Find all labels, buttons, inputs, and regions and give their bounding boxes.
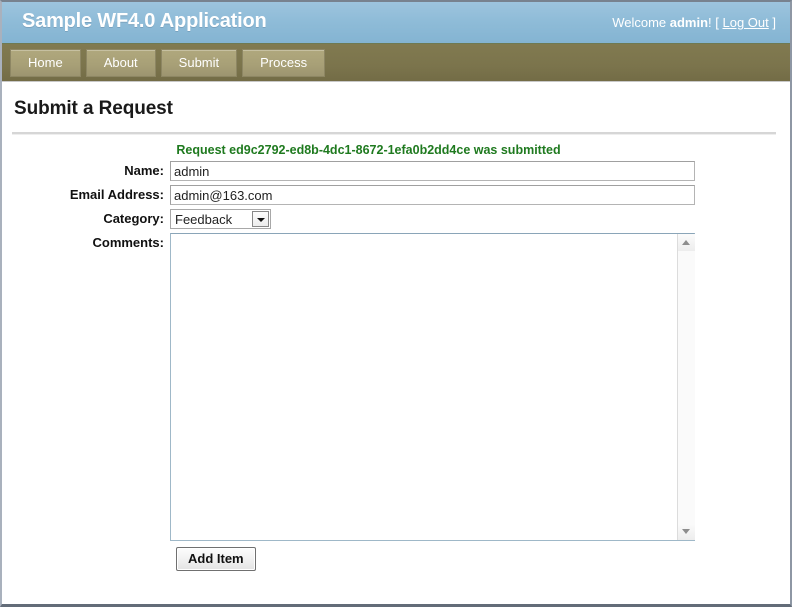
comments-scrollbar[interactable] — [677, 234, 695, 540]
submission-status-message: Request ed9c2792-ed8b-4dc1-8672-1efa0b2d… — [176, 143, 561, 157]
form-row-comments: Comments: — [2, 233, 790, 541]
welcome-end-text: ] — [768, 15, 776, 30]
logged-in-username: admin — [669, 15, 709, 30]
scroll-down-triangle — [682, 529, 690, 534]
welcome-suffix-text: ! [ — [708, 15, 723, 30]
email-input[interactable] — [170, 185, 695, 205]
application-title: Sample WF4.0 Application — [22, 10, 267, 32]
title-divider — [12, 132, 776, 135]
navigation-bar: Home About Submit Process — [2, 44, 790, 82]
nav-item-home[interactable]: Home — [10, 49, 81, 77]
nav-item-about[interactable]: About — [85, 49, 156, 77]
browser-window: Sample WF4.0 Application Welcome admin! … — [0, 0, 792, 607]
main-content: Submit a Request Request ed9c2792-ed8b-4… — [2, 82, 790, 571]
name-label: Name: — [124, 163, 164, 178]
add-item-button[interactable]: Add Item — [176, 547, 256, 571]
chevron-down-icon[interactable] — [252, 211, 269, 227]
page-title: Submit a Request — [14, 98, 173, 119]
navigation-menu: Home About Submit Process — [10, 49, 326, 77]
nav-item-about-wrapper: About — [85, 49, 156, 77]
comments-label: Comments: — [92, 235, 164, 250]
form-row-name: Name: — [2, 161, 790, 181]
scroll-up-arrow-icon[interactable] — [678, 234, 695, 251]
email-label: Email Address: — [69, 187, 164, 202]
scroll-up-triangle — [682, 240, 690, 245]
nav-item-home-wrapper: Home — [10, 49, 81, 77]
submit-request-form: Name: Email Address: Category: Feedback — [2, 161, 790, 571]
scroll-down-arrow-icon[interactable] — [678, 523, 695, 540]
chevron-down-glyph — [257, 218, 265, 222]
category-selected-value: Feedback — [175, 212, 233, 227]
login-status: Welcome admin! [ Log Out ] — [612, 15, 776, 30]
form-row-email: Email Address: — [2, 185, 790, 205]
logout-link[interactable]: Log Out — [723, 15, 769, 30]
name-input[interactable] — [170, 161, 695, 181]
comments-textarea-wrapper — [170, 233, 695, 541]
form-button-row: Add Item — [2, 547, 790, 571]
nav-item-submit[interactable]: Submit — [160, 49, 238, 77]
nav-item-process[interactable]: Process — [242, 49, 326, 77]
scrollbar-track[interactable] — [678, 251, 695, 523]
welcome-prefix-text: Welcome — [612, 15, 670, 30]
comments-textarea[interactable] — [171, 234, 678, 540]
nav-item-process-wrapper: Process — [242, 49, 326, 77]
application-banner: Sample WF4.0 Application Welcome admin! … — [2, 2, 790, 44]
category-label: Category: — [103, 211, 164, 226]
form-row-category: Category: Feedback — [2, 209, 790, 229]
nav-item-submit-wrapper: Submit — [160, 49, 238, 77]
category-select[interactable]: Feedback — [170, 209, 271, 229]
